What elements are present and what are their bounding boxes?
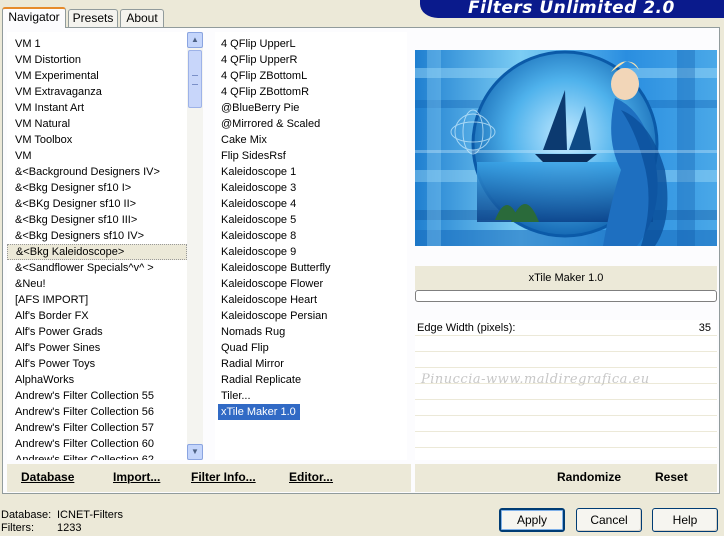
- param-row-empty: [415, 432, 717, 448]
- navigator-toolbar: Database Import... Filter Info... Editor…: [7, 464, 411, 492]
- category-item[interactable]: VM Toolbox: [7, 132, 187, 148]
- tab-navigator[interactable]: Navigator: [2, 7, 66, 28]
- param-row-empty: [415, 416, 717, 432]
- filter-item[interactable]: 4 QFlip UpperR: [215, 52, 407, 68]
- category-item[interactable]: VM: [7, 148, 187, 164]
- scroll-thumb[interactable]: [188, 50, 202, 108]
- scroll-down-icon[interactable]: ▼: [187, 444, 203, 460]
- category-list[interactable]: VM 1 VM Distortion VM Experimental VM Extra…: [7, 32, 187, 460]
- active-filter-name: xTile Maker 1.0: [415, 266, 717, 290]
- param-row-edge-width[interactable]: Edge Width (pixels): 35: [415, 320, 717, 336]
- filter-item[interactable]: Kaleidoscope Butterfly: [215, 260, 407, 276]
- filter-item[interactable]: xTile Maker 1.0: [218, 404, 300, 420]
- database-button[interactable]: Database: [21, 470, 74, 484]
- tab-presets[interactable]: Presets: [68, 9, 118, 27]
- category-item[interactable]: Andrew's Filter Collection 55: [7, 388, 187, 404]
- filter-item[interactable]: Flip SidesRsf: [215, 148, 407, 164]
- category-item[interactable]: [AFS IMPORT]: [7, 292, 187, 308]
- tab-about[interactable]: About: [120, 9, 164, 27]
- category-item[interactable]: Alf's Power Sines: [7, 340, 187, 356]
- category-item[interactable]: AlphaWorks: [7, 372, 187, 388]
- category-item[interactable]: VM 1: [7, 36, 187, 52]
- category-item[interactable]: &Neu!: [7, 276, 187, 292]
- preview-image: [415, 50, 717, 246]
- filter-item[interactable]: 4 QFlip UpperL: [215, 36, 407, 52]
- category-item[interactable]: Alf's Power Toys: [7, 356, 187, 372]
- preview-artwork: [415, 50, 717, 246]
- category-item[interactable]: VM Extravaganza: [7, 84, 187, 100]
- cancel-button[interactable]: Cancel: [576, 508, 642, 532]
- scroll-up-icon[interactable]: ▲: [187, 32, 203, 48]
- filter-item[interactable]: Cake Mix: [215, 132, 407, 148]
- parameter-area: Edge Width (pixels): 35 Pinuccia-www.mal…: [415, 320, 717, 460]
- category-item[interactable]: Andrew's Filter Collection 60: [7, 436, 187, 452]
- database-label: Database:: [1, 509, 52, 521]
- filter-item[interactable]: Tiler...: [215, 388, 407, 404]
- watermark-text: Pinuccia-www.maldiregrafica.eu: [421, 372, 650, 387]
- filter-item[interactable]: Kaleidoscope 9: [215, 244, 407, 260]
- category-item[interactable]: VM Experimental: [7, 68, 187, 84]
- param-label: Edge Width (pixels):: [417, 322, 516, 334]
- help-button[interactable]: Help: [652, 508, 718, 532]
- filter-item[interactable]: @BlueBerry Pie: [215, 100, 407, 116]
- category-item[interactable]: &<Sandflower Specials^v^ >: [7, 260, 187, 276]
- category-item[interactable]: Alf's Power Grads: [7, 324, 187, 340]
- filter-item[interactable]: Kaleidoscope Flower: [215, 276, 407, 292]
- preview-frame: [415, 50, 717, 246]
- filter-item[interactable]: Radial Replicate: [215, 372, 407, 388]
- navigator-panel: VM 1 VM Distortion VM Experimental VM Extra…: [2, 27, 720, 494]
- reset-button[interactable]: Reset: [655, 470, 688, 484]
- filter-item[interactable]: Kaleidoscope 4: [215, 196, 407, 212]
- parameter-toolbar: Randomize Reset: [415, 464, 717, 492]
- param-row-empty: [415, 336, 717, 352]
- filters-count-label: Filters:: [1, 522, 34, 534]
- param-row-empty: [415, 400, 717, 416]
- category-item[interactable]: &<Bkg Designers sf10 IV>: [7, 228, 187, 244]
- filter-item[interactable]: 4 QFlip ZBottomR: [215, 84, 407, 100]
- category-item[interactable]: Andrew's Filter Collection 56: [7, 404, 187, 420]
- filter-item[interactable]: Kaleidoscope 3: [215, 180, 407, 196]
- database-value: ICNET-Filters: [57, 509, 123, 521]
- import-button[interactable]: Import...: [113, 470, 160, 484]
- category-item[interactable]: Alf's Border FX: [7, 308, 187, 324]
- filter-item[interactable]: Kaleidoscope 8: [215, 228, 407, 244]
- category-item[interactable]: VM Instant Art: [7, 100, 187, 116]
- filter-item[interactable]: @Mirrored & Scaled: [215, 116, 407, 132]
- filter-info-button[interactable]: Filter Info...: [191, 470, 256, 484]
- editor-button[interactable]: Editor...: [289, 470, 333, 484]
- category-scrollbar[interactable]: ▲ ▼: [187, 32, 203, 460]
- category-item[interactable]: VM Distortion: [7, 52, 187, 68]
- app-title-banner: Filters Unlimited 2.0: [420, 0, 724, 18]
- category-item[interactable]: &<Bkg Designer sf10 I>: [7, 180, 187, 196]
- randomize-button[interactable]: Randomize: [557, 470, 621, 484]
- filter-list[interactable]: 4 QFlip UpperL 4 QFlip UpperR 4 QFlip ZBot…: [215, 32, 407, 460]
- param-value[interactable]: 35: [699, 320, 711, 336]
- category-item[interactable]: &<Bkg Designer sf10 III>: [7, 212, 187, 228]
- category-item[interactable]: VM Natural: [7, 116, 187, 132]
- progress-bar: [415, 290, 717, 302]
- filter-item[interactable]: Kaleidoscope 1: [215, 164, 407, 180]
- filter-item[interactable]: Radial Mirror: [215, 356, 407, 372]
- category-item[interactable]: &<Bkg Kaleidoscope>: [7, 244, 187, 260]
- category-item[interactable]: &<BKg Designer sf10 II>: [7, 196, 187, 212]
- filter-item[interactable]: Kaleidoscope Heart: [215, 292, 407, 308]
- filter-item[interactable]: Kaleidoscope 5: [215, 212, 407, 228]
- filter-item[interactable]: Kaleidoscope Persian: [215, 308, 407, 324]
- filter-item[interactable]: Nomads Rug: [215, 324, 407, 340]
- filter-item[interactable]: 4 QFlip ZBottomL: [215, 68, 407, 84]
- apply-button[interactable]: Apply: [499, 508, 565, 532]
- filter-item[interactable]: Quad Flip: [215, 340, 407, 356]
- param-row-empty: [415, 352, 717, 368]
- category-item[interactable]: Andrew's Filter Collection 62: [7, 452, 187, 460]
- category-item[interactable]: Andrew's Filter Collection 57: [7, 420, 187, 436]
- filters-count-value: 1233: [57, 522, 82, 534]
- category-item[interactable]: &<Background Designers IV>: [7, 164, 187, 180]
